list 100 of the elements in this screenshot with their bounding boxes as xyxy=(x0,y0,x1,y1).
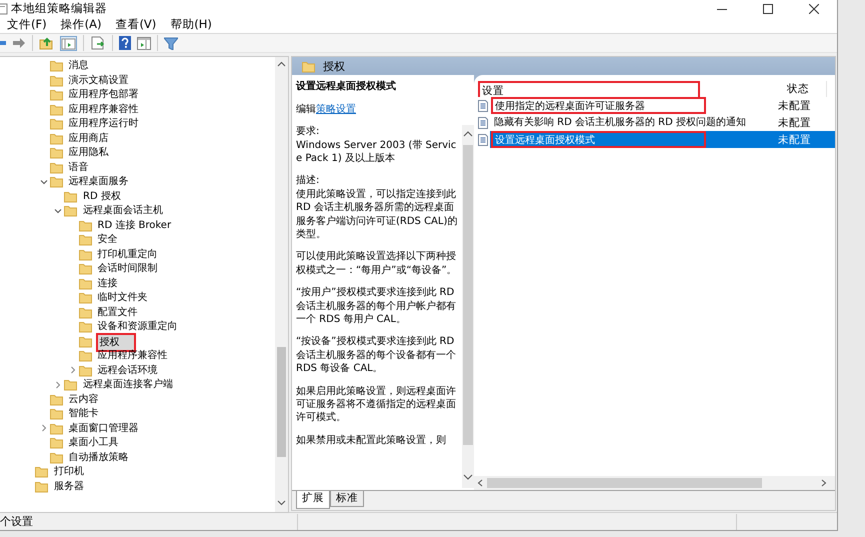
menu-item[interactable]: 文件(F) xyxy=(0,17,54,32)
list-row[interactable]: 隐藏有关影响 RD 会话主机服务器的 RD 授权问题的通知 未配置 xyxy=(474,114,835,132)
folder-icon xyxy=(50,132,62,145)
chevron-right-icon[interactable] xyxy=(54,380,62,389)
folder-icon xyxy=(50,74,62,87)
folder-icon xyxy=(78,276,92,290)
status-text: 个设置 xyxy=(0,514,34,530)
description-paragraph: 可以使用此策略设置选择以下两种授权模式之一：“每用户”或“每设备”。 xyxy=(296,250,458,278)
tree-item[interactable]: 消息 xyxy=(66,59,90,72)
list-row[interactable]: 使用指定的远程桌面许可证服务器 未配置 xyxy=(474,97,835,114)
window-title: 本地组策略编辑器 xyxy=(11,1,108,16)
folder-icon xyxy=(50,59,62,72)
tree-item[interactable]: 打印机重定向 xyxy=(96,248,160,261)
up-folder-icon[interactable] xyxy=(39,36,54,50)
folder-icon xyxy=(64,190,77,203)
folder-icon xyxy=(78,262,92,276)
tree-item[interactable]: 智能卡 xyxy=(66,407,100,420)
policy-title: 设置远程桌面授权模式 xyxy=(296,80,397,94)
tree-item[interactable]: 云内容 xyxy=(66,392,100,406)
tree-item[interactable]: 服务器 xyxy=(52,480,86,493)
export-list-icon[interactable] xyxy=(90,36,106,50)
help-icon[interactable] xyxy=(119,36,131,50)
tree-item[interactable]: 连接 xyxy=(96,276,120,290)
menu-item[interactable]: 操作(A) xyxy=(54,17,108,32)
scroll-up-icon[interactable] xyxy=(463,131,473,138)
column-header[interactable]: 设置 xyxy=(478,81,700,98)
tree-item[interactable]: 远程桌面连接客户端 xyxy=(81,378,175,392)
tree-item[interactable]: 安全 xyxy=(96,233,120,246)
tree-item[interactable]: 演示文稿设置 xyxy=(66,74,130,87)
description-paragraph: “按设备”授权模式要求连接到此 RD 会话主机服务器的每个设备都有一个 RDS 每设备 CAL。 xyxy=(296,335,457,376)
tree-item[interactable]: 应用程序包部署 xyxy=(66,88,140,102)
view-tab[interactable]: 扩展 xyxy=(296,491,330,510)
folder-icon xyxy=(50,450,62,464)
scrollbar[interactable] xyxy=(462,125,474,488)
column-header[interactable]: 状态 xyxy=(770,81,827,98)
description-paragraph: 如果禁用或未配置此策略设置，则 xyxy=(296,434,447,448)
policy-icon xyxy=(478,100,488,112)
tree-pane-icon[interactable] xyxy=(60,36,77,51)
tree-item[interactable]: 桌面小工具 xyxy=(66,436,120,450)
chevron-down-icon[interactable] xyxy=(54,206,62,215)
scrollbar-thumb[interactable] xyxy=(277,347,286,458)
tree-item[interactable]: 会话时间限制 xyxy=(96,262,160,276)
menu-item[interactable]: 帮助(H) xyxy=(163,17,219,32)
setting-name: 设置远程桌面授权模式 xyxy=(491,131,706,148)
folder-icon xyxy=(78,233,92,246)
tree-item[interactable]: 配置文件 xyxy=(96,306,140,319)
close-icon xyxy=(809,4,819,14)
policy-icon xyxy=(478,134,488,146)
scrollbar-thumb[interactable] xyxy=(487,478,762,488)
scroll-left-icon[interactable] xyxy=(477,479,483,488)
scroll-up-icon[interactable] xyxy=(277,61,286,68)
folder-icon xyxy=(78,248,92,261)
scroll-right-icon[interactable] xyxy=(821,479,827,488)
scroll-down-icon[interactable] xyxy=(277,500,286,506)
setting-status: 未配置 xyxy=(777,98,812,113)
tree-item[interactable]: 应用商店 xyxy=(66,132,110,145)
folder-icon xyxy=(50,102,62,116)
folder-icon xyxy=(64,378,77,392)
tree-item[interactable]: 设备和资源重定向 xyxy=(96,320,180,334)
policy-icon xyxy=(478,116,488,129)
folder-icon xyxy=(302,60,315,73)
scrollbar[interactable] xyxy=(275,57,288,512)
tree-item[interactable]: 语音 xyxy=(66,160,90,174)
filter-icon[interactable] xyxy=(164,36,178,50)
view-tab[interactable]: 标准 xyxy=(330,491,364,508)
scrollbar-thumb[interactable] xyxy=(463,145,473,446)
edit-policy-text: 编辑策略设置 xyxy=(296,102,357,116)
horizontal-scrollbar[interactable] xyxy=(474,476,835,490)
tree-item[interactable]: 应用隐私 xyxy=(66,146,110,160)
maximize-icon xyxy=(763,4,773,14)
tree-item[interactable]: RD 连接 Broker xyxy=(96,218,174,232)
chevron-right-icon[interactable] xyxy=(68,366,76,374)
folder-icon xyxy=(78,349,92,362)
description-paragraph: 要求: Windows Server 2003 (带 Service Pack 1) 及以上版本 xyxy=(296,125,458,166)
chevron-right-icon[interactable] xyxy=(40,424,48,432)
tree-item[interactable]: 远程桌面会话主机 xyxy=(81,204,165,218)
tree-item[interactable]: 远程桌面服务 xyxy=(66,175,130,188)
tree-item[interactable]: 临时文件夹 xyxy=(96,291,150,304)
setting-status: 未配置 xyxy=(777,132,812,147)
tree-item[interactable]: 应用程序兼容性 xyxy=(66,102,140,116)
menu-item[interactable]: 查看(V) xyxy=(108,17,164,32)
tree-item[interactable]: 打印机 xyxy=(52,465,86,478)
policy-settings-link[interactable]: 策略设置 xyxy=(316,104,356,115)
folder-icon xyxy=(50,160,62,174)
forward-arrow-icon[interactable] xyxy=(12,37,26,50)
chevron-down-icon[interactable] xyxy=(40,178,48,186)
scroll-down-icon[interactable] xyxy=(463,474,473,480)
tree-item[interactable]: 自动播放策略 xyxy=(66,450,130,464)
setting-name: 使用指定的远程桌面许可证服务器 xyxy=(491,97,706,114)
tree-item[interactable]: RD 授权 xyxy=(81,190,123,203)
tree-item[interactable]: 桌面窗口管理器 xyxy=(66,422,140,435)
folder-icon xyxy=(78,334,92,348)
tree-item[interactable]: 应用程序运行时 xyxy=(66,117,140,130)
tree-item[interactable]: 远程会话环境 xyxy=(96,364,160,377)
folder-icon xyxy=(35,480,48,493)
setting-name: 隐藏有关影响 RD 会话主机服务器的 RD 授权问题的通知 xyxy=(493,116,748,130)
action-pane-icon[interactable] xyxy=(137,36,151,50)
folder-icon xyxy=(50,436,62,450)
description-paragraph: 描述: 使用此策略设置，可以指定连接到此 RD 会话主机服务器所需的远程桌面服务客户端访问许可证(RDS CAL)的类型。 xyxy=(296,174,458,242)
setting-status: 未配置 xyxy=(777,116,812,130)
